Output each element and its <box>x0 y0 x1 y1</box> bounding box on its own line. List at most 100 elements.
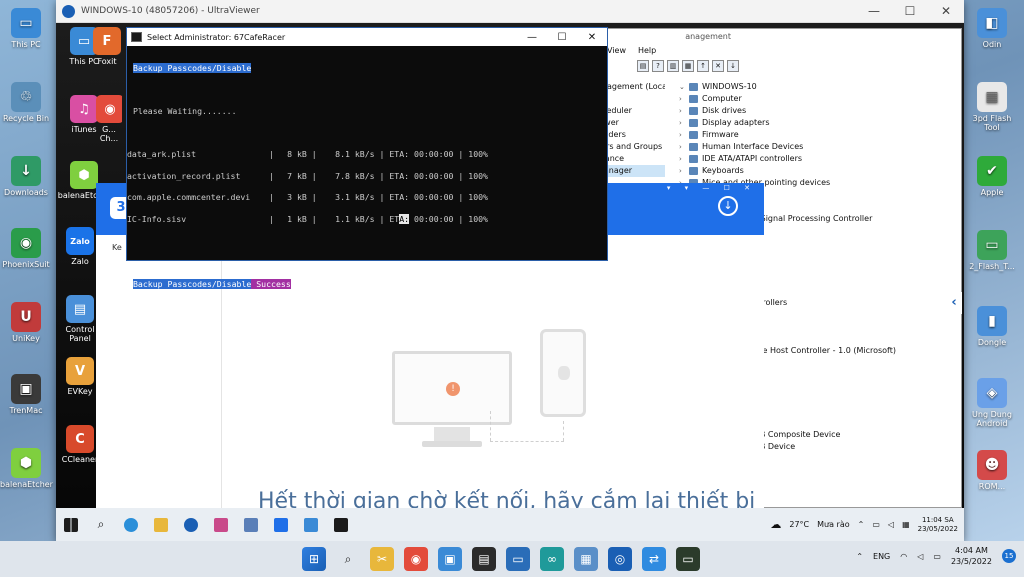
ultraviewer-taskbar-icon[interactable]: ◎ <box>608 547 632 571</box>
desktop-icon-odin[interactable]: ◧ Odin <box>966 8 1018 49</box>
remote-icon-label: Control Panel <box>65 325 95 343</box>
expand-icon[interactable]: › <box>679 129 689 141</box>
ultraviewer-titlebar[interactable]: WINDOWS-10 (48057206) - UltraViewer — ☐ … <box>56 0 964 23</box>
host-clock[interactable]: 4:04 AM 23/5/2022 <box>951 545 992 567</box>
desktop-icon-flash-tool[interactable]: ▦ 3pd Flash Tool <box>966 82 1018 132</box>
chrome-icon[interactable]: ◉ <box>404 547 428 571</box>
monitor-app-icon[interactable]: ▭ <box>676 547 700 571</box>
snipping-tool-icon[interactable]: ✂ <box>370 547 394 571</box>
notification-badge[interactable]: 15 <box>1002 549 1016 563</box>
expand-icon[interactable]: › <box>679 153 689 165</box>
cmd-taskbar-icon[interactable] <box>326 508 356 541</box>
cmd-window[interactable]: Select Administrator: 67CafeRacer — ☐ ✕ … <box>126 27 608 289</box>
file-explorer-icon[interactable] <box>146 508 176 541</box>
ultraviewer-side-panel-toggle-icon[interactable]: ‹ <box>946 292 962 314</box>
battery-icon[interactable]: ▭ <box>933 552 941 561</box>
device-category[interactable]: › Keyboards <box>679 165 959 177</box>
search-icon[interactable]: ⌕ <box>336 547 360 571</box>
remote-clock[interactable]: 11:04 SA 23/05/2022 <box>918 516 958 534</box>
volume-icon[interactable]: ◁ <box>917 552 923 561</box>
threeutools-taskbar-icon[interactable] <box>266 508 296 541</box>
desktop-icon-phoenixsuit[interactable]: ◉ PhoenixSuit <box>0 228 52 269</box>
ultraviewer-window[interactable]: WINDOWS-10 (48057206) - UltraViewer — ☐ … <box>56 0 964 541</box>
desktop-icon-ung-dung-android[interactable]: ◈ Ung Dung Android <box>966 378 1018 428</box>
disable-device-icon[interactable]: ✕ <box>712 60 724 72</box>
cmd-header-line: Backup Passcodes/Disable <box>133 62 252 73</box>
edge-icon[interactable] <box>116 508 146 541</box>
cmd-titlebar[interactable]: Select Administrator: 67CafeRacer — ☐ ✕ <box>127 28 607 46</box>
menu-view[interactable]: View <box>607 46 626 55</box>
wifi-icon[interactable]: ◠ <box>900 552 907 561</box>
badge-app-icon[interactable] <box>206 508 236 541</box>
tray-network-icon[interactable]: ▭ <box>872 520 880 529</box>
desktop-icon-trenmac[interactable]: ▣ TrenMac <box>0 374 52 415</box>
cmd-close-button[interactable]: ✕ <box>577 32 607 43</box>
desktop-icon-unikey[interactable]: U UniKey <box>0 302 52 343</box>
desktop-icon-this-pc[interactable]: ▭ This PC <box>0 8 52 49</box>
close-button[interactable]: ✕ <box>928 4 964 18</box>
expand-icon[interactable]: › <box>679 93 689 105</box>
help-icon[interactable]: ? <box>652 60 664 72</box>
remote-desktop[interactable]: ▭ This PC F Foxit ♫ iTunes ◉ G... Ch... … <box>56 23 964 541</box>
arduino-icon[interactable]: ∞ <box>540 547 564 571</box>
ccleaner-icon: C <box>66 425 94 453</box>
remote-tool-icon[interactable]: ▣ <box>438 547 462 571</box>
device-category[interactable]: › Human Interface Devices <box>679 141 959 153</box>
desktop-icon-apple[interactable]: ✔ Apple <box>966 156 1018 197</box>
computer-icon: ▭ <box>11 8 41 38</box>
network-app-icon[interactable] <box>236 508 266 541</box>
maximize-button[interactable]: ☐ <box>892 4 928 18</box>
cmd-output[interactable]: Backup Passcodes/Disable Please Waiting.… <box>127 46 607 311</box>
ultraviewer-taskbar-icon[interactable] <box>176 508 206 541</box>
device-category[interactable]: › Display adapters <box>679 117 959 129</box>
device-category-label: IDE ATA/ATAPI controllers <box>702 154 803 163</box>
expand-icon[interactable]: › <box>679 165 689 177</box>
scan-hardware-icon[interactable]: ▦ <box>682 60 694 72</box>
cmd-maximize-button[interactable]: ☐ <box>547 32 577 43</box>
desktop-icon-flash-t[interactable]: ▭ 2_Flash_T... <box>966 230 1018 271</box>
windows-start-icon[interactable] <box>56 508 86 541</box>
tray-keyboard-icon[interactable]: ▦ <box>902 520 910 529</box>
tray-chevron-icon[interactable]: ⌃ <box>856 552 863 561</box>
app-icon[interactable]: ▭ <box>506 547 530 571</box>
properties-icon[interactable]: ▤ <box>637 60 649 72</box>
download-icon[interactable]: ↓ <box>718 196 738 216</box>
device-icon <box>689 155 698 163</box>
search-icon[interactable]: ⌕ <box>86 508 116 541</box>
weather-text[interactable]: Mưa rào <box>817 520 850 529</box>
view-icon[interactable]: ▥ <box>667 60 679 72</box>
device-root[interactable]: ⌄ WINDOWS-10 <box>679 81 959 93</box>
expand-icon[interactable]: › <box>679 117 689 129</box>
remote-icon-foxit[interactable]: F Foxit <box>92 27 122 66</box>
device-category[interactable]: › Computer <box>679 93 959 105</box>
desktop-icon-balenaetcher[interactable]: ⬢ balenaEtcher <box>0 448 53 489</box>
expand-icon[interactable]: › <box>679 105 689 117</box>
tray-volume-icon[interactable]: ◁ <box>888 520 894 529</box>
control-panel-icon: ▤ <box>66 295 94 323</box>
terminal-icon[interactable]: ▤ <box>472 547 496 571</box>
desktop-icon-recycle-bin[interactable]: ♲ Recycle Bin <box>0 82 52 123</box>
device-category[interactable]: › Disk drives <box>679 105 959 117</box>
menu-help[interactable]: Help <box>638 46 656 55</box>
teamviewer-icon[interactable]: ⇄ <box>642 547 666 571</box>
threeutools-window-controls[interactable]: ▾ ▾ — ☐ ✕ <box>667 184 756 192</box>
desktop-icon-rom[interactable]: ☻ ROM... <box>966 450 1018 491</box>
desktop-icon-dongle[interactable]: ▮ Dongle <box>966 306 1018 347</box>
weather-temp[interactable]: 27°C <box>789 520 809 529</box>
desktop-icon-downloads[interactable]: ↓ Downloads <box>0 156 52 197</box>
tray-chevron-icon[interactable]: ⌃ <box>858 520 865 529</box>
download-driver-icon[interactable]: ↓ <box>727 60 739 72</box>
device-category[interactable]: › IDE ATA/ATAPI controllers <box>679 153 959 165</box>
remote-icon-chrome[interactable]: ◉ G... Ch... <box>96 95 122 143</box>
photo-app-icon[interactable]: ▦ <box>574 547 598 571</box>
sidebar-fragment[interactable]: Ke <box>112 243 122 252</box>
language-indicator[interactable]: ENG <box>873 552 890 561</box>
minimize-button[interactable]: — <box>856 4 892 18</box>
collapse-icon[interactable]: ⌄ <box>679 81 689 93</box>
generic-app-taskbar-icon[interactable] <box>296 508 326 541</box>
cmd-minimize-button[interactable]: — <box>517 32 547 43</box>
expand-icon[interactable]: › <box>679 141 689 153</box>
windows-start-icon[interactable]: ⊞ <box>302 547 326 571</box>
update-driver-icon[interactable]: ↑ <box>697 60 709 72</box>
device-category[interactable]: › Firmware <box>679 129 959 141</box>
